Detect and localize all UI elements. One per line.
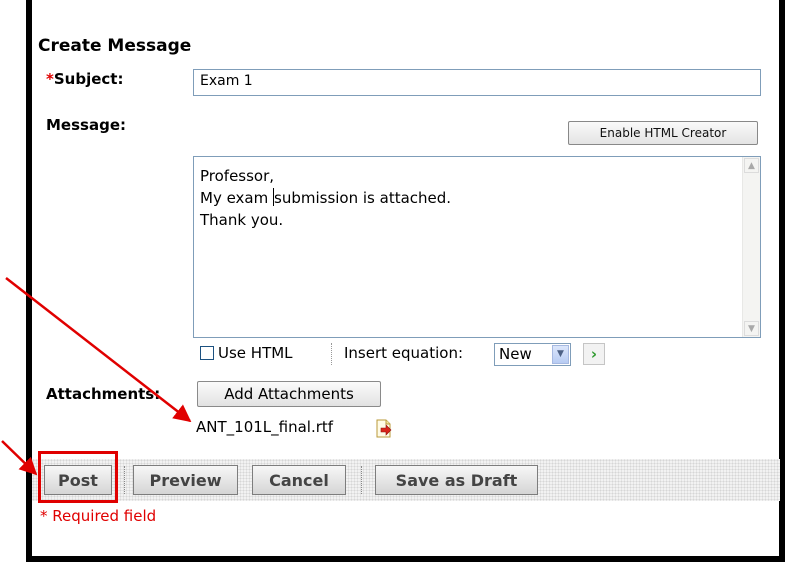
annotation-arrow-attachment xyxy=(5,277,192,423)
annotation-arrow-post xyxy=(1,440,38,476)
annotation-arrows xyxy=(1,277,192,476)
